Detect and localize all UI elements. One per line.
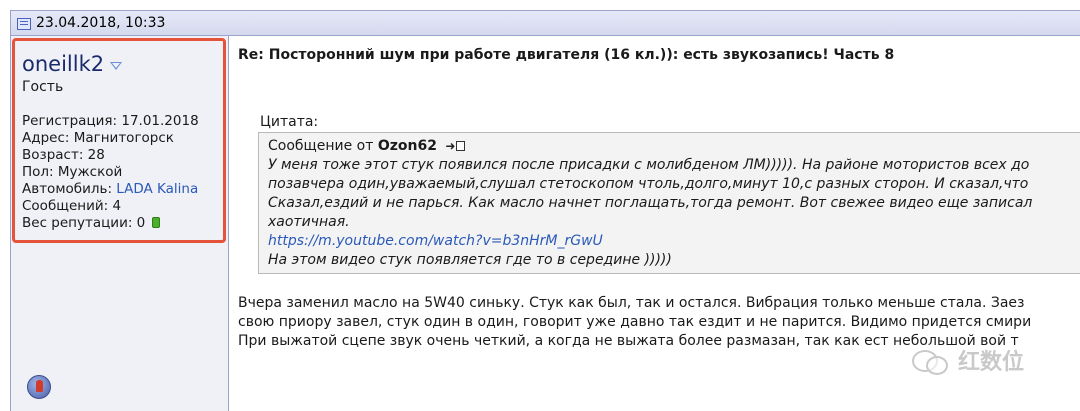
- username-link[interactable]: oneillk2: [22, 52, 104, 76]
- quote-line: позавчера один,уважаемый,слушал стетоско…: [268, 176, 1029, 192]
- stat-messages: Сообщений: 4: [22, 198, 122, 214]
- stat-car: Автомобиль: LADA Kalina: [22, 181, 223, 198]
- quote-from-prefix: Сообщение от: [268, 138, 378, 154]
- quote-text: У меня тоже этот стук появился после при…: [268, 156, 1080, 270]
- post-date: 23.04.2018, 10:33: [36, 15, 166, 31]
- user-profile-badge-icon[interactable]: [27, 375, 51, 399]
- reputation-gem-icon: [151, 217, 160, 228]
- user-title: Гость: [22, 79, 64, 95]
- username-row: oneillk2: [22, 49, 223, 79]
- post-title: Re: Посторонний шум при работе двигателя…: [238, 47, 895, 63]
- post-body-line: Вчера заменил масло на 5W40 синьку. Стук…: [238, 295, 1025, 311]
- quote-author: Ozon62: [377, 138, 437, 154]
- user-menu-icon[interactable]: [110, 62, 123, 72]
- watermark: 红数位: [910, 344, 1024, 376]
- quote-attribution: Сообщение от Ozon62 ➜: [268, 137, 1080, 156]
- stat-car-label: Автомобиль:: [22, 181, 117, 197]
- stat-reputation-text: Вес репутации: 0: [22, 215, 146, 231]
- user-stats: Регистрация: 17.01.2018 Адрес: Магнитого…: [22, 113, 223, 232]
- post-body: Вчера заменил масло на 5W40 синьку. Стук…: [238, 294, 1031, 351]
- quote-line: хаотичная.: [268, 214, 350, 230]
- wechat-logo-icon: [910, 346, 950, 375]
- stat-address: Адрес: Магнитогорск: [22, 130, 174, 146]
- quote-box: Сообщение от Ozon62 ➜ У меня тоже этот с…: [258, 132, 1080, 274]
- car-link[interactable]: LADA Kalina: [116, 181, 198, 197]
- post-header-bar: 23.04.2018, 10:33: [0, 0, 1080, 36]
- post-header: 23.04.2018, 10:33: [10, 10, 1080, 36]
- quote-line: У меня тоже этот стук появился после при…: [268, 157, 1030, 173]
- stat-registration: Регистрация: 17.01.2018: [22, 113, 199, 129]
- user-info-highlight: oneillk2 Гость Регистрация: 17.01.2018 А…: [12, 38, 226, 243]
- stat-gender: Пол: Мужской: [22, 164, 123, 180]
- watermark-text: 红数位: [958, 350, 1025, 375]
- quote-line: На этом видео стук появляется где то в с…: [268, 252, 672, 268]
- quote-label: Цитата:: [260, 114, 319, 130]
- goto-post-icon[interactable]: ➜: [445, 137, 466, 156]
- quote-youtube-link[interactable]: https://m.youtube.com/watch?v=b3nHrM_rGw…: [268, 232, 1080, 251]
- user-sidebar: oneillk2 Гость Регистрация: 17.01.2018 А…: [11, 36, 229, 411]
- post-icon: [17, 18, 31, 30]
- stat-age: Возраст: 28: [22, 147, 105, 163]
- quote-line: Сказал,ездий и не парься. Как масло начн…: [268, 195, 1033, 211]
- stat-reputation: Вес репутации: 0: [22, 215, 223, 232]
- post-body-line: свою приору завел, стук один в один, гов…: [238, 314, 1032, 330]
